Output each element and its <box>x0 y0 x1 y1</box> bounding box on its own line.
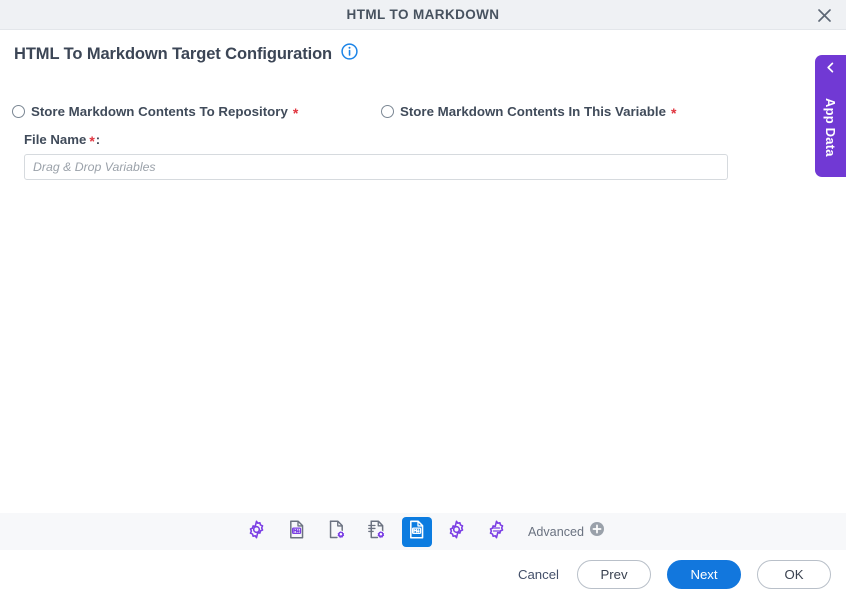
file-name-label: File Name *: <box>24 132 728 149</box>
file-name-field-group: File Name *: <box>24 132 728 180</box>
advanced-label: Advanced <box>527 524 584 539</box>
cancel-button[interactable]: Cancel <box>516 560 561 589</box>
dialog-footer: Cancel Prev Next OK <box>0 552 846 596</box>
toolbar-step-markdown-target-document[interactable] <box>401 516 432 547</box>
radio-store-in-variable-label: Store Markdown Contents In This Variable <box>400 103 666 119</box>
required-asterisk: * <box>292 105 299 121</box>
advanced-button[interactable]: Advanced <box>528 522 604 541</box>
radio-store-to-repository-label: Store Markdown Contents To Repository <box>31 103 288 119</box>
gear-sliders-icon <box>486 519 507 545</box>
radio-store-in-variable[interactable]: Store Markdown Contents In This Variable… <box>381 101 676 121</box>
info-icon[interactable] <box>341 43 358 65</box>
toolbar-step-markdown-document[interactable] <box>282 517 312 547</box>
ok-button[interactable]: OK <box>757 559 831 589</box>
app-data-tab[interactable]: App Data <box>815 55 846 177</box>
window-title: HTML TO MARKDOWN <box>346 7 500 22</box>
toolbar-step-document-gear[interactable] <box>322 517 352 547</box>
toolbar-step-gear-sliders[interactable] <box>482 517 512 547</box>
radio-store-to-repository[interactable]: Store Markdown Contents To Repository * <box>12 101 298 121</box>
file-name-label-colon: : <box>95 132 101 147</box>
page-header: HTML To Markdown Target Configuration <box>14 43 358 65</box>
radio-circle-icon <box>12 104 25 118</box>
radio-circle-icon <box>381 104 394 118</box>
file-name-label-text: File Name <box>24 132 87 147</box>
toolbar-step-document-list-gear[interactable] <box>362 517 392 547</box>
next-button[interactable]: Next <box>667 559 741 589</box>
toolbar-step-gear-secondary[interactable] <box>442 517 472 547</box>
close-icon <box>817 8 832 23</box>
chevron-left-icon <box>815 61 846 74</box>
toolbar-step-gear[interactable] <box>242 517 272 547</box>
gear-icon <box>446 519 467 545</box>
page-title: HTML To Markdown Target Configuration <box>14 44 333 63</box>
document-list-gear-icon <box>366 519 387 545</box>
required-asterisk: * <box>89 133 95 149</box>
document-gear-icon <box>326 519 347 545</box>
required-asterisk: * <box>670 105 677 121</box>
window-titlebar: HTML TO MARKDOWN <box>0 0 846 30</box>
app-data-tab-label: App Data <box>823 97 838 157</box>
file-name-input[interactable] <box>24 154 728 180</box>
plus-circle-icon <box>590 522 604 541</box>
storage-target-radio-group: Store Markdown Contents To Repository * … <box>12 101 772 121</box>
wizard-step-toolbar: Advanced <box>0 513 846 550</box>
markdown-document-icon <box>286 519 307 545</box>
close-button[interactable] <box>810 2 838 28</box>
prev-button[interactable]: Prev <box>577 559 651 589</box>
gear-icon <box>246 519 267 545</box>
markdown-target-document-icon <box>406 519 427 545</box>
